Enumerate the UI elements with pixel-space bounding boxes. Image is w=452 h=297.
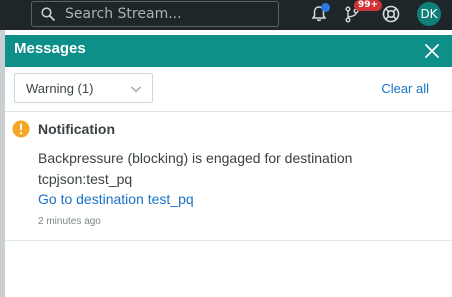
close-icon[interactable] <box>424 43 440 59</box>
filter-selected-value: Warning (1) <box>26 81 94 96</box>
warning-icon <box>12 120 30 138</box>
search-input[interactable]: Search Stream... <box>65 6 182 22</box>
top-bar: Search Stream... 99+ DK <box>0 0 452 30</box>
message-timestamp: 2 minutes ago <box>38 216 101 227</box>
message-item: Notification Backpressure (blocking) is … <box>5 112 452 241</box>
search-icon <box>41 7 55 21</box>
message-title: Notification <box>38 121 115 137</box>
messages-toolbar: Warning (1) Clear all <box>5 67 452 112</box>
panel-title: Messages <box>14 40 86 57</box>
messages-panel: Messages Warning (1) Clear all Notificat… <box>5 30 452 297</box>
clear-all-link[interactable]: Clear all <box>381 81 429 96</box>
go-to-destination-link[interactable]: Go to destination test_pq <box>38 191 194 207</box>
pr-count-badge: 99+ <box>354 0 383 11</box>
severity-filter-select[interactable]: Warning (1) <box>14 73 153 103</box>
chevron-down-icon <box>131 86 141 93</box>
search-box[interactable]: Search Stream... <box>31 1 279 27</box>
message-body: Backpressure (blocking) is engaged for d… <box>38 150 353 187</box>
panel-header: Messages <box>5 35 452 67</box>
notification-dot <box>321 3 330 12</box>
avatar[interactable]: DK <box>417 2 441 26</box>
life-ring-icon[interactable] <box>381 4 401 24</box>
